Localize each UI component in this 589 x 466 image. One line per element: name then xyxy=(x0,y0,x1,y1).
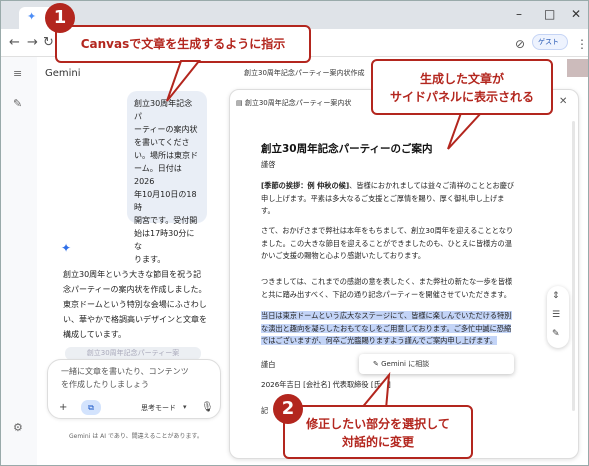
callout-2-line: 生成した文章が xyxy=(419,72,504,86)
browser-window: ✦ – □ ✕ ← → ↻ ⊘ ゲスト ⋮ ≡ ✎ ⚙ Gemini 創立30周… xyxy=(0,0,589,466)
callout-2-line: サイドパネルに表示される xyxy=(389,90,534,104)
callout-3-badge: 2 xyxy=(273,394,303,424)
callout-2-pointer xyxy=(447,112,484,150)
callout-3-line: 対話的に変更 xyxy=(341,435,414,449)
callout-1-pointer xyxy=(166,60,202,102)
callout-3-pointer xyxy=(358,371,391,410)
callout-3-line: 修正したい部分を選択して xyxy=(306,417,450,431)
callout-3: 修正したい部分を選択して 対話的に変更 xyxy=(283,405,473,459)
callout-2: 生成した文章がサイドパネルに表示される xyxy=(371,59,553,115)
